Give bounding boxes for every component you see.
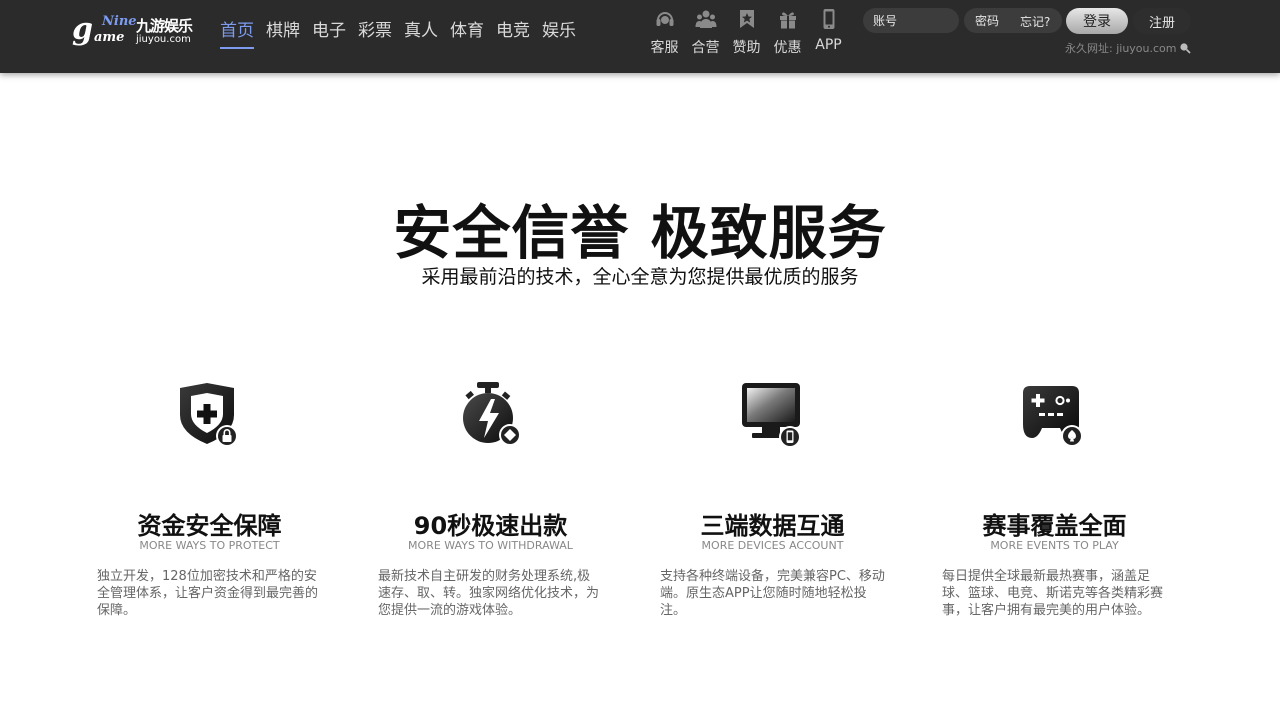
nav-item-cards[interactable]: 棋牌 (266, 19, 300, 43)
feature-subtitle: MORE WAYS TO PROTECT (139, 539, 280, 552)
quick-link-label: APP (815, 37, 842, 53)
shield-lock-icon (180, 383, 238, 447)
site-logo[interactable]: g Nine ame 九游娱乐 jiuyou.com (72, 13, 197, 49)
quick-link-label: 优惠 (773, 40, 802, 56)
password-input[interactable] (964, 8, 1014, 33)
logo-nine: Nine (102, 14, 137, 29)
feature-title: 三端数据互通 (700, 512, 845, 540)
quick-link-partner[interactable]: 合营 (685, 8, 726, 57)
nav-item-home[interactable]: 首页 (220, 19, 254, 49)
feature-subtitle: MORE WAYS TO WITHDRAWAL (408, 539, 573, 552)
login-button[interactable]: 登录 (1066, 8, 1128, 34)
top-header: g Nine ame 九游娱乐 jiuyou.com 首页 棋牌 电子 彩票 真… (0, 0, 1280, 73)
feature-title: 赛事覆盖全面 (982, 512, 1127, 540)
nav-item-sports[interactable]: 体育 (450, 19, 484, 43)
monitor-devices-icon (742, 383, 801, 448)
quick-links: 客服 合营 赞助 优惠 APP (644, 8, 849, 57)
password-group: 忘记? (964, 8, 1062, 33)
quick-link-label: 合营 (691, 40, 720, 56)
feature-subtitle: MORE EVENTS TO PLAY (990, 539, 1119, 552)
logo-domain: jiuyou.com (136, 34, 191, 45)
feature-subtitle: MORE DEVICES ACCOUNT (701, 539, 844, 552)
feature-description: 独立开发，128位加密技术和严格的安全管理体系，让客户资金得到最完善的保障。 (97, 569, 319, 618)
feature-title: 90秒极速出款 (413, 512, 568, 540)
feature-description: 最新技术自主研发的财务处理系统,极速存、取、转。独家网络优化技术，为您提供一流的… (378, 569, 600, 618)
headset-icon (656, 12, 673, 26)
stopwatch-icon (463, 382, 521, 446)
feature-title: 资金安全保障 (137, 512, 282, 540)
permanent-url: 永久网址: jiuyou.com (1065, 40, 1191, 56)
feature-description: 支持各种终端设备，完美兼容PC、移动端。原生态APP让您随时随地轻松投注。 (660, 569, 885, 618)
register-button[interactable]: 注册 (1133, 8, 1191, 34)
nav-item-live[interactable]: 真人 (404, 19, 438, 43)
logo-ame: ame (94, 30, 125, 45)
forgot-password-link[interactable]: 忘记? (1020, 13, 1050, 30)
sponsor-badge-icon (739, 10, 754, 28)
login-form: 忘记? 登录 注册 永久网址: jiuyou.com (863, 8, 1193, 58)
partners-icon (695, 10, 716, 28)
quick-link-support[interactable]: 客服 (644, 8, 685, 57)
quick-link-sponsor[interactable]: 赞助 (726, 8, 767, 57)
main-nav: 首页 棋牌 电子 彩票 真人 体育 电竞 娱乐 (220, 19, 588, 49)
hero-title: 安全信誉 极致服务 (393, 199, 887, 267)
nav-item-slots[interactable]: 电子 (312, 19, 346, 43)
quick-link-label: 客服 (650, 40, 679, 56)
quick-link-app[interactable]: APP (808, 8, 849, 57)
feature-description: 每日提供全球最新最热赛事，涵盖足球、篮球、电竞、斯诺克等各类精彩赛事，让客户拥有… (942, 569, 1164, 618)
nav-item-esports[interactable]: 电竞 (496, 19, 530, 43)
quick-link-label: 赞助 (732, 40, 761, 56)
nav-item-lottery[interactable]: 彩票 (358, 19, 392, 43)
permanent-url-text: 永久网址: jiuyou.com (1065, 42, 1177, 55)
gamepad-icon (1023, 386, 1083, 447)
logo-chinese-name: 九游娱乐 (136, 17, 193, 35)
account-input[interactable] (863, 8, 959, 33)
quick-link-promotions[interactable]: 优惠 (767, 8, 808, 57)
logo-g: g (72, 12, 93, 47)
search-icon[interactable] (1179, 42, 1191, 54)
gift-icon (779, 12, 796, 29)
phone-icon (823, 9, 834, 29)
nav-item-entertainment[interactable]: 娱乐 (542, 19, 576, 43)
hero-subtitle: 采用最前沿的技术，全心全意为您提供最优质的服务 (421, 266, 859, 288)
